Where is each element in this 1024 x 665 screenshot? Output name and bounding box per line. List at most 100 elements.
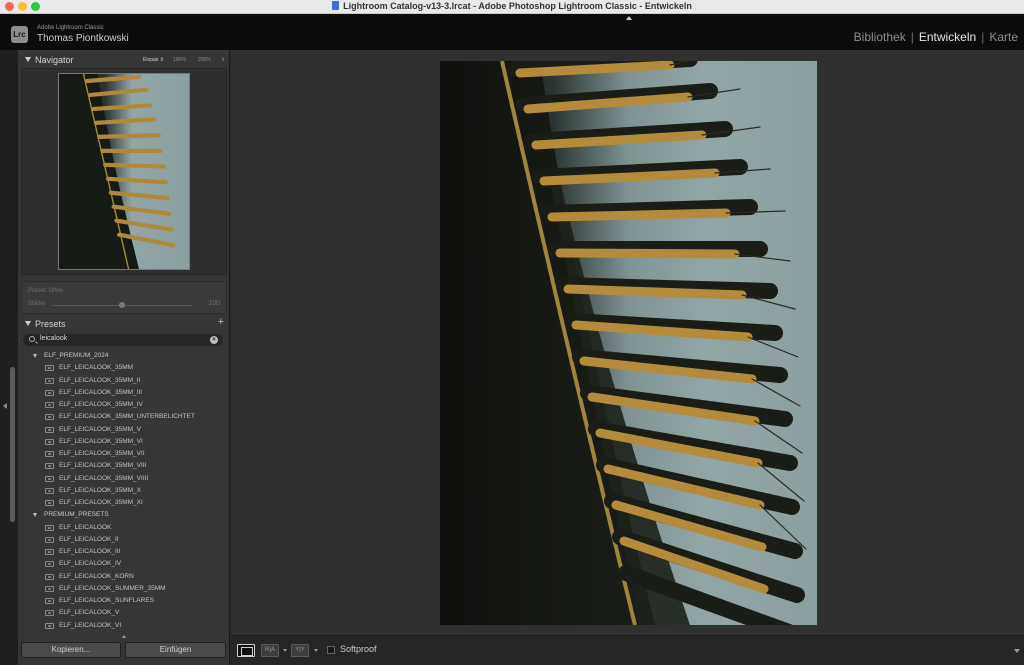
preset-item[interactable]: ELF_LEICALOOK_35MM_III xyxy=(18,387,230,399)
preset-icon xyxy=(45,389,54,396)
compare-yy-button[interactable]: Y|Y xyxy=(291,644,309,657)
preset-label: Preset: Ohne xyxy=(28,288,64,294)
preset-tree: ELF_PREMIUM_2024 ELF_LEICALOOK_35MM ELF_LE… xyxy=(18,350,230,635)
preset-icon xyxy=(45,610,54,617)
module-separator: | xyxy=(981,30,985,44)
preset-item-label: ELF_LEICALOOK_II xyxy=(59,535,119,543)
preset-item[interactable]: ELF_LEICALOOK_35MM_VIIII xyxy=(18,473,230,485)
strength-value[interactable]: 100 xyxy=(208,300,220,307)
preset-item-label: ELF_LEICALOOK xyxy=(59,523,112,531)
preset-icon xyxy=(45,561,54,568)
preset-folder-label: PREMIUM_PRESETS xyxy=(44,511,109,519)
preset-item[interactable]: ELF_LEICALOOK_35MM_VIII xyxy=(18,460,230,472)
lrc-logo: Lrc xyxy=(11,26,28,43)
search-icon xyxy=(29,336,35,342)
toolbar-menu-icon[interactable] xyxy=(1014,649,1020,653)
preset-search-field[interactable]: leicalook × xyxy=(23,334,223,346)
preset-icon xyxy=(45,475,54,482)
zoom-100-button[interactable]: 100% xyxy=(173,57,186,63)
preset-icon xyxy=(45,414,54,421)
preset-search-input[interactable]: leicalook xyxy=(40,335,67,342)
copy-button[interactable]: Kopieren... xyxy=(21,642,121,658)
navigator-header[interactable]: Navigator Einpas ⇕ 100% 200% ⇕ xyxy=(18,52,230,69)
preset-item[interactable]: ELF_LEICALOOK_II xyxy=(18,534,230,546)
module-picker: Bibliothek | Entwickeln | Karte xyxy=(854,30,1018,44)
preset-item[interactable]: ELF_LEICALOOK_V xyxy=(18,607,230,619)
preset-item[interactable]: ELF_LEICALOOK xyxy=(18,522,230,534)
navigator-title: Navigator xyxy=(35,55,74,65)
collapse-left-panel-icon[interactable] xyxy=(3,403,7,409)
preset-icon xyxy=(45,598,54,604)
preset-item-label: ELF_LEICALOOK_SUNFLARES xyxy=(59,597,155,604)
disclosure-triangle-icon xyxy=(25,321,31,326)
preset-item[interactable]: ELF_LEICALOOK_35MM_VII xyxy=(18,448,230,460)
folder-disclosure-icon[interactable] xyxy=(33,513,37,518)
preset-item-label: ELF_LEICALOOK_IV xyxy=(59,560,122,568)
clear-search-icon[interactable]: × xyxy=(210,336,218,344)
strength-label: Stärke xyxy=(28,301,46,307)
compare-ab-dropdown-icon[interactable] xyxy=(283,649,287,652)
preset-folder-label: ELF_PREMIUM_2024 xyxy=(44,352,109,359)
compare-yy-dropdown-icon[interactable] xyxy=(314,649,318,652)
preset-item[interactable]: ELF_LEICALOOK_35MM_X xyxy=(18,485,230,497)
compare-ab-button[interactable]: R|A xyxy=(261,644,279,657)
preset-item[interactable]: ELF_LEICALOOK_35MM_VI xyxy=(18,436,230,448)
zoom-more-button[interactable]: ⇕ xyxy=(221,57,225,63)
preset-icon xyxy=(45,622,54,629)
preset-item[interactable]: ELF_LEICALOOK_35MM_UNTERBELICHTET xyxy=(18,411,230,423)
preset-icon xyxy=(45,377,54,384)
module-entwickeln[interactable]: Entwickeln xyxy=(919,30,976,44)
preset-item[interactable]: ELF_LEICALOOK_III xyxy=(18,546,230,558)
preset-item[interactable]: ELF_LEICALOOK_IV xyxy=(18,558,230,570)
zoom-fit-button[interactable]: Einpas ⇕ xyxy=(143,57,164,63)
softproof-label: Softproof xyxy=(340,644,377,654)
develop-photo[interactable] xyxy=(440,61,817,625)
document-icon xyxy=(332,1,340,10)
preset-item[interactable]: ELF_LEICALOOK_SUMMER_35MM xyxy=(18,583,230,595)
preset-item-label: ELF_LEICALOOK_35MM_II xyxy=(59,376,141,384)
preset-item[interactable]: ELF_LEICALOOK_KORN xyxy=(18,571,230,583)
strength-slider-knob[interactable] xyxy=(119,302,125,308)
window-titlebar: Lightroom Catalog-v13-3.lrcat - Adobe Ph… xyxy=(0,0,1024,14)
preset-item[interactable]: ELF_LEICALOOK_35MM_II xyxy=(18,375,230,387)
preset-item[interactable]: ELF_LEICALOOK_35MM_V xyxy=(18,424,230,436)
left-panel-edge xyxy=(0,50,18,665)
preset-item-label: ELF_LEICALOOK_35MM_IV xyxy=(59,401,143,408)
folder-disclosure-icon[interactable] xyxy=(33,354,37,358)
softproof-checkbox[interactable] xyxy=(327,646,335,654)
preset-item-label: ELF_LEICALOOK_V xyxy=(59,609,120,617)
preset-icon xyxy=(45,365,54,372)
loupe-view-button[interactable] xyxy=(237,644,255,657)
module-karte[interactable]: Karte xyxy=(989,30,1018,44)
preset-item-label: ELF_LEICALOOK_35MM_V xyxy=(59,425,142,433)
preset-item-label: ELF_LEICALOOK_35MM_III xyxy=(59,388,143,396)
preset-item-label: ELF_LEICALOOK_35MM_UNTERBELICHTET xyxy=(59,413,195,421)
preset-item[interactable]: ELF_LEICALOOK_SUNFLARES xyxy=(18,595,230,607)
disclosure-triangle-icon xyxy=(25,57,31,62)
brand-small: Adobe Lightroom Classic xyxy=(37,25,104,31)
preset-item[interactable]: ELF_LEICALOOK_35MM xyxy=(18,362,230,374)
navigator-thumbnail[interactable] xyxy=(58,73,190,270)
add-preset-icon[interactable]: + xyxy=(218,316,224,328)
preset-icon xyxy=(45,524,54,531)
left-panel-scrollbar[interactable] xyxy=(10,367,15,522)
preset-item[interactable]: ELF_LEICALOOK_35MM_XI xyxy=(18,497,230,509)
presets-header[interactable]: Presets + xyxy=(18,316,230,333)
module-bibliothek[interactable]: Bibliothek xyxy=(854,30,906,44)
preset-icon xyxy=(45,426,54,433)
preset-item-label: ELF_LEICALOOK_III xyxy=(59,548,121,555)
module-separator: | xyxy=(910,30,914,44)
scroll-more-icon[interactable] xyxy=(122,635,126,638)
preset-icon xyxy=(45,402,54,408)
preset-icon xyxy=(45,536,54,543)
preset-item[interactable]: ELF_LEICALOOK_35MM_IV xyxy=(18,399,230,411)
zoom-200-button[interactable]: 200% xyxy=(198,57,211,63)
paste-button[interactable]: Einfügen xyxy=(125,642,226,658)
collapse-top-panel-icon[interactable] xyxy=(626,16,632,20)
preset-item-label: ELF_LEICALOOK_35MM_XI xyxy=(59,499,143,506)
presets-title: Presets xyxy=(35,319,66,329)
identity-plate-name: Thomas Piontkowski xyxy=(37,33,129,44)
preset-item[interactable]: ELF_LEICALOOK_VI xyxy=(18,620,230,632)
preset-icon xyxy=(45,585,54,592)
identity-bar: Lrc Adobe Lightroom Classic Thomas Piont… xyxy=(0,14,1024,50)
